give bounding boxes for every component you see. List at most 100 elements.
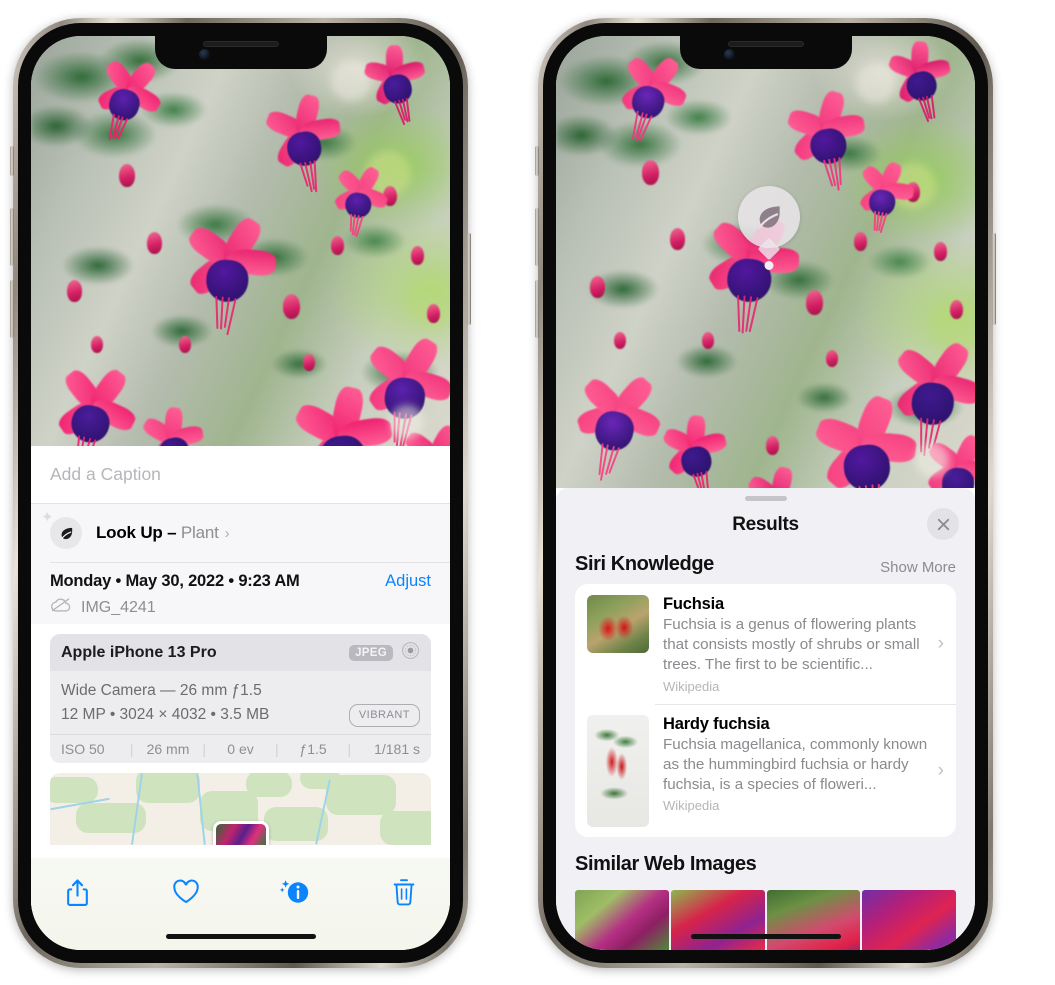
plant-detected-badge[interactable] (738, 186, 800, 248)
flower (654, 410, 735, 488)
photo-viewer[interactable] (556, 36, 975, 488)
flower (326, 161, 393, 228)
leaf-icon: ✦ (50, 517, 82, 549)
home-indicator[interactable] (691, 934, 841, 939)
device-bezel: Add a Caption ✦ Look Up – Plant › Monday… (18, 23, 463, 963)
info-button[interactable] (275, 872, 315, 912)
photo-filename: IMG_4241 (81, 599, 156, 617)
web-image-thumbnail[interactable] (671, 890, 765, 950)
flower (176, 211, 282, 317)
adjust-button[interactable]: Adjust (385, 572, 431, 591)
web-image-thumbnail[interactable] (767, 890, 861, 950)
exif-header: Apple iPhone 13 Pro JPEG (50, 634, 431, 671)
flower-bud (91, 336, 103, 353)
page-title: Results (732, 514, 799, 536)
bokeh-highlight (390, 405, 424, 439)
chevron-right-icon: › (936, 760, 944, 782)
volume-down-button[interactable] (535, 280, 539, 338)
show-more-button[interactable]: Show More (880, 559, 956, 576)
result-thumbnail (587, 715, 649, 827)
result-source: Wikipedia (663, 798, 930, 813)
flower-bud (702, 332, 714, 349)
close-button[interactable] (927, 508, 959, 540)
flower-bud (179, 336, 191, 353)
flower (879, 36, 959, 115)
caption-placeholder: Add a Caption (50, 464, 161, 485)
section-title-siri-knowledge: Siri Knowledge (575, 553, 714, 576)
flower-bud (303, 354, 315, 371)
flower-bud (283, 294, 300, 319)
sepal (768, 466, 794, 488)
stamen (705, 471, 709, 488)
exif-body: Wide Camera — 26 mm ƒ1.5 12 MP • 3024 × … (50, 671, 431, 734)
mute-switch[interactable] (535, 146, 539, 176)
flower (42, 357, 146, 446)
exif-card[interactable]: Apple iPhone 13 Pro JPEG Wide Camera — 2… (50, 634, 431, 763)
web-image-thumbnail[interactable] (575, 890, 669, 950)
notch (680, 36, 852, 69)
flower (133, 402, 211, 446)
chevron-right-icon: › (936, 633, 944, 655)
delete-button[interactable] (384, 872, 424, 912)
capture-date: Monday • May 30, 2022 • 9:23 AM (50, 572, 300, 591)
photographic-style-badge: VIBRANT (349, 704, 420, 727)
home-indicator[interactable] (166, 934, 316, 939)
location-map[interactable] (50, 773, 431, 845)
right-screen: Results Siri Knowledge Show More Fuchsia… (556, 36, 975, 950)
stamen (216, 296, 219, 329)
resolution-info: 12 MP • 3024 × 4032 • 3.5 MB (61, 703, 269, 727)
caption-input[interactable]: Add a Caption (31, 446, 450, 504)
side-power-button[interactable] (467, 233, 471, 325)
sparkle-icon: ✦ (41, 510, 54, 525)
flower-bud (427, 304, 440, 323)
flower-bud (826, 350, 838, 367)
favorite-button[interactable] (166, 872, 206, 912)
look-up-row[interactable]: ✦ Look Up – Plant › (31, 504, 450, 562)
flower-bud (950, 300, 963, 319)
result-description: Fuchsia is a genus of flowering plants t… (663, 615, 930, 676)
volume-up-button[interactable] (535, 208, 539, 266)
flower (257, 90, 347, 180)
lens-info: Wide Camera — 26 mm ƒ1.5 (61, 679, 420, 703)
volume-down-button[interactable] (10, 280, 14, 338)
result-source: Wikipedia (663, 679, 930, 694)
volume-up-button[interactable] (10, 208, 14, 266)
photo-metadata-block: Monday • May 30, 2022 • 9:23 AM Adjust I… (31, 562, 450, 624)
result-title: Hardy fuchsia (663, 715, 930, 734)
stamen (314, 160, 317, 192)
front-camera-icon (724, 49, 735, 60)
similar-web-images-header: Similar Web Images (556, 837, 975, 884)
flower-bud (806, 290, 823, 315)
siri-knowledge-header: Siri Knowledge Show More (556, 549, 975, 584)
results-sheet: Results Siri Knowledge Show More Fuchsia… (556, 488, 975, 950)
exif-stat: 0 ev (206, 741, 275, 757)
web-image-thumbnail[interactable] (862, 890, 956, 950)
side-power-button[interactable] (992, 233, 996, 325)
badge-anchor-dot (765, 261, 774, 270)
flower-bud (147, 232, 162, 254)
iphone-right-device: Results Siri Knowledge Show More Fuchsia… (538, 18, 993, 968)
flower (849, 157, 919, 227)
exif-stats-row: ISO 50 | 26 mm | 0 ev | ƒ1.5 | 1/181 s (50, 734, 431, 763)
cloud-slash-icon (50, 597, 72, 618)
list-item[interactable]: Hardy fuchsia Fuchsia magellanica, commo… (575, 704, 956, 837)
flower (356, 39, 434, 117)
flower-bud (411, 246, 424, 265)
look-up-subject: Plant (181, 523, 219, 542)
exif-stat: ISO 50 (61, 741, 130, 757)
knowledge-card: Fuchsia Fuchsia is a genus of flowering … (575, 584, 956, 837)
share-button[interactable] (57, 872, 97, 912)
mute-switch[interactable] (10, 146, 14, 176)
flower-bud (590, 276, 605, 298)
flower-bud (670, 228, 685, 250)
flower-bud (934, 242, 947, 261)
flower-bud (614, 332, 626, 349)
exif-stat: 26 mm (134, 741, 203, 757)
flower-bud (766, 436, 779, 455)
section-title-similar-web-images: Similar Web Images (575, 853, 756, 876)
list-item[interactable]: Fuchsia Fuchsia is a genus of flowering … (575, 584, 956, 704)
similar-web-images-strip (556, 890, 975, 950)
front-camera-icon (199, 49, 210, 60)
photo-location-pin[interactable] (213, 821, 269, 845)
photo-viewer[interactable] (31, 36, 450, 446)
